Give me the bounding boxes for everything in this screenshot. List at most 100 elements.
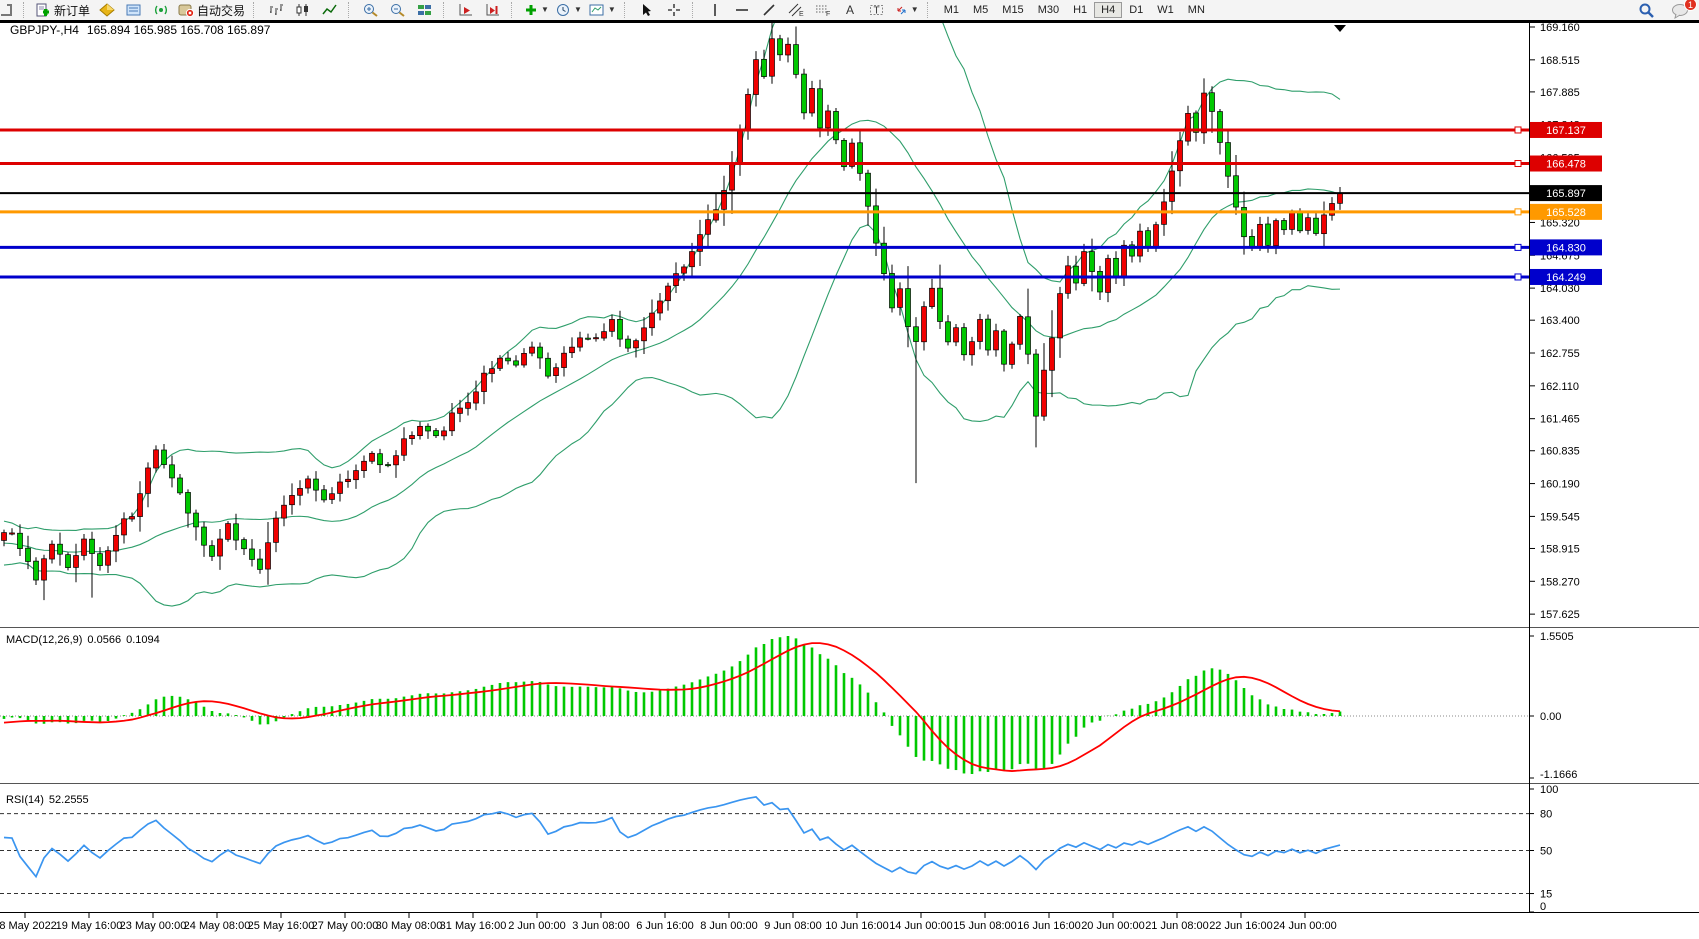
autotrade-label: 自动交易	[197, 2, 245, 19]
date-tick: 19 May 16:00	[56, 920, 123, 932]
timeframe-H4[interactable]: H4	[1094, 2, 1122, 18]
fibonacci-tool[interactable]: F	[810, 0, 836, 20]
text-tool[interactable]: A	[837, 0, 863, 20]
market-watch-button[interactable]	[121, 0, 147, 20]
price-tick: 169.160	[1540, 23, 1580, 34]
arrows-tool[interactable]: ▼	[891, 0, 922, 20]
line-chart-button[interactable]	[317, 0, 343, 20]
date-tick: 30 May 08:00	[376, 920, 443, 932]
separator	[624, 2, 630, 18]
chart-canvas[interactable]: 169.160168.515167.885167.248166.595165.3…	[0, 23, 1699, 939]
price-badge-value: 167.137	[1546, 125, 1586, 137]
date-tick: 6 Jun 16:00	[636, 920, 694, 932]
crosshair-button[interactable]	[661, 0, 687, 20]
date-tick: 10 Jun 16:00	[825, 920, 889, 932]
auto-scroll-button[interactable]	[453, 0, 479, 20]
profiles-icon	[99, 3, 115, 17]
price-axis: 169.160168.515167.885167.248166.595165.3…	[1529, 23, 1580, 621]
clipped-toolbar-icon[interactable]	[0, 0, 18, 20]
bar-chart-icon	[268, 3, 284, 17]
new-order-button[interactable]: 新订单	[33, 0, 93, 20]
line-end-marker[interactable]	[1515, 127, 1521, 133]
date-tick: 9 Jun 08:00	[764, 920, 822, 932]
caret-down-icon: ▼	[541, 6, 549, 14]
timeframe-W1[interactable]: W1	[1150, 2, 1181, 18]
price-tick: 157.625	[1540, 609, 1580, 621]
timeframe-M30[interactable]: M30	[1031, 2, 1066, 18]
separator	[511, 2, 517, 18]
date-tick: 15 Jun 08:00	[953, 920, 1017, 932]
price-badge-value: 164.249	[1546, 272, 1586, 284]
caret-down-icon: ▼	[911, 6, 919, 14]
zoom-in-button[interactable]	[358, 0, 384, 20]
rsi-label: RSI(14)52.2555	[6, 794, 89, 806]
vertical-line-icon	[709, 3, 721, 17]
rsi-tick: 0	[1540, 901, 1546, 913]
caret-down-icon: ▼	[574, 6, 582, 14]
line-end-marker[interactable]	[1515, 274, 1521, 280]
main-toolbar: 新订单 自动交易	[0, 0, 1699, 20]
last-bar-marker-icon	[1334, 25, 1346, 32]
fibonacci-icon: F	[815, 3, 831, 17]
notifications-button[interactable]: 1	[1667, 1, 1693, 21]
candlestick-chart-button[interactable]	[290, 0, 316, 20]
timeframe-M1[interactable]: M1	[937, 2, 966, 18]
price-tick: 167.885	[1540, 87, 1580, 99]
price-tick: 159.545	[1540, 511, 1580, 523]
search-button[interactable]	[1633, 1, 1659, 21]
templates-button[interactable]: ▼	[586, 0, 619, 20]
timeframe-MN[interactable]: MN	[1181, 2, 1212, 18]
tile-windows-icon	[417, 3, 433, 17]
timeframe-M15[interactable]: M15	[995, 2, 1030, 18]
zoom-out-button[interactable]	[385, 0, 411, 20]
channel-tool[interactable]: E	[783, 0, 809, 20]
price-tick: 161.465	[1540, 414, 1580, 426]
rsi-tick: 80	[1540, 809, 1552, 821]
date-tick: 8 Jun 00:00	[700, 920, 758, 932]
macd-tick: 1.5505	[1540, 631, 1574, 643]
vertical-line-tool[interactable]	[702, 0, 728, 20]
date-tick: 22 Jun 16:00	[1209, 920, 1273, 932]
separator	[927, 2, 933, 18]
clock-icon	[556, 3, 571, 17]
bar-chart-button[interactable]	[263, 0, 289, 20]
date-tick: 23 May 00:00	[120, 920, 187, 932]
autotrade-button[interactable]: 自动交易	[175, 0, 248, 20]
equidistant-channel-icon: E	[788, 3, 804, 17]
svg-text:T: T	[873, 6, 879, 17]
periods-button[interactable]: ▼	[553, 0, 585, 20]
cursor-icon	[640, 3, 654, 17]
separator	[443, 2, 449, 18]
tile-windows-button[interactable]	[412, 0, 438, 20]
profiles-button[interactable]	[94, 0, 120, 20]
line-end-marker[interactable]	[1515, 209, 1521, 215]
trendline-tool[interactable]	[756, 0, 782, 20]
timeframe-H1[interactable]: H1	[1066, 2, 1094, 18]
chart-shift-button[interactable]	[480, 0, 506, 20]
cursor-button[interactable]	[634, 0, 660, 20]
price-badge-value: 165.528	[1546, 207, 1586, 219]
new-order-icon	[36, 3, 51, 17]
horizontal-line-tool[interactable]	[729, 0, 755, 20]
bollinger-bands	[4, 23, 1340, 606]
signals-button[interactable]	[148, 0, 174, 20]
market-watch-icon	[126, 3, 142, 17]
timeframe-M5[interactable]: M5	[966, 2, 995, 18]
rsi-tick: 100	[1540, 784, 1558, 796]
timeframe-D1[interactable]: D1	[1122, 2, 1150, 18]
price-tick: 162.110	[1540, 381, 1579, 393]
price-tick: 160.835	[1540, 446, 1580, 458]
line-end-marker[interactable]	[1515, 244, 1521, 250]
rsi-tick: 50	[1540, 846, 1552, 858]
line-chart-icon	[322, 3, 338, 17]
date-axis: 18 May 202219 May 16:0023 May 00:0024 Ma…	[0, 912, 1337, 932]
macd-indicator	[4, 636, 1340, 774]
price-badge-value: 165.897	[1546, 188, 1586, 200]
candlesticks	[2, 23, 1343, 600]
horizontal-line-icon	[735, 3, 749, 17]
date-tick: 20 Jun 00:00	[1081, 920, 1145, 932]
text-label-tool[interactable]: T	[864, 0, 890, 20]
templates-icon	[589, 3, 605, 17]
indicators-button[interactable]: ▼	[521, 0, 552, 20]
line-end-marker[interactable]	[1515, 161, 1521, 167]
